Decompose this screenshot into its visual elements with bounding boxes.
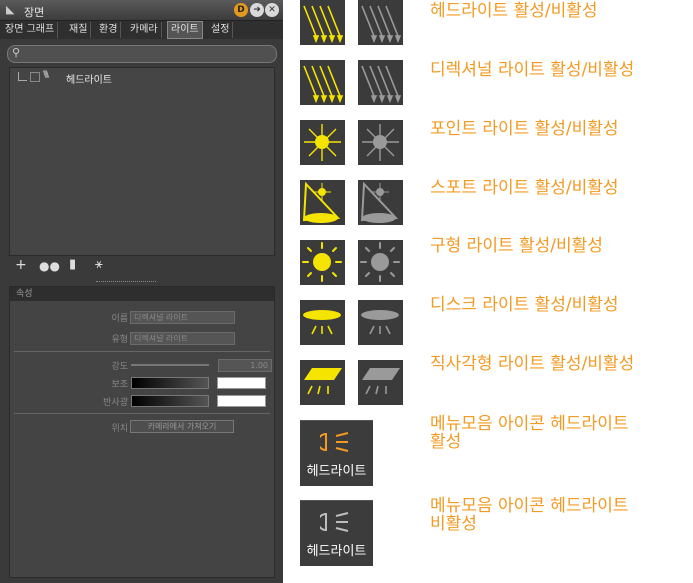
sphere-inactive-icon (358, 240, 403, 285)
spot-active-icon (300, 180, 345, 225)
headlight-active-icon (300, 0, 345, 45)
point-label: 포인트 라이트 활성/비활성 (430, 119, 619, 139)
disk-active-icon (300, 300, 345, 345)
sphere-active-icon (300, 240, 345, 285)
name-field[interactable]: 디렉셔널 라이트 (130, 311, 235, 324)
close-icon[interactable]: ✕ (265, 3, 279, 17)
headlight-small-icon: \\\\ (43, 70, 49, 80)
props-divider-1 (14, 351, 270, 352)
tab-settings[interactable]: 설정 (208, 22, 234, 38)
props-divider-2 (14, 413, 270, 414)
spot-label: 스포트 라이트 활성/비활성 (430, 178, 619, 198)
menu-headlight-inactive-text: 헤드라이트 (306, 544, 367, 559)
tree-branch-line (18, 72, 27, 81)
tree-toolbar: + ●● ▮ ⚹ (9, 257, 273, 277)
point-active-icon (300, 120, 345, 165)
intensity-slider[interactable] (131, 364, 209, 366)
ambient-color-swatch[interactable] (217, 377, 266, 389)
d-badge-button[interactable]: D (234, 3, 248, 17)
panel-tabs: 장면 그래프 재질 환경 카메라 라이트 설정 (0, 21, 283, 39)
menu-off-label-line2: 비활성 (430, 514, 477, 534)
add-icon[interactable]: + (15, 257, 27, 273)
light-tree: \\\\ 헤드라이트 (9, 67, 275, 256)
name-label: 이름 (111, 314, 128, 324)
diffuse-gradient-slider[interactable] (131, 395, 209, 407)
position-label: 위치 (111, 424, 128, 434)
tab-scene-graph[interactable]: 장면 그래프 (2, 22, 59, 38)
menu-headlight-active-text: 헤드라이트 (306, 464, 367, 479)
rect-active-icon (300, 360, 345, 405)
directional-inactive-icon (358, 60, 403, 105)
diffuse-label: 반사광 (103, 398, 128, 408)
panel-title: 장면 (24, 6, 45, 19)
delete-icon[interactable]: ▮ (69, 257, 76, 272)
pin-icon[interactable]: ➜ (250, 3, 264, 17)
menu-on-label-line2: 활성 (430, 432, 462, 452)
sphere-label: 구형 라이트 활성/비활성 (430, 236, 603, 256)
tree-item-checkbox[interactable] (30, 72, 40, 82)
toolbar-divider (96, 281, 156, 283)
intensity-value[interactable]: 1.00 (218, 359, 272, 372)
directional-label: 디렉셔널 라이트 활성/비활성 (430, 60, 635, 80)
properties-header[interactable]: 속성 (10, 287, 274, 301)
get-from-camera-button[interactable]: 카메라에서 가져오기 (130, 420, 234, 433)
properties-title: 속성 (16, 289, 33, 299)
disk-inactive-icon (358, 300, 403, 345)
menu-off-label-line1: 메뉴모음 아이콘 헤드라이트 (430, 496, 629, 516)
type-label: 유형 (111, 335, 128, 345)
scene-panel: ◣ 장면 D ➜ ✕ 장면 그래프 재질 환경 카메라 라이트 설정 ⚲ \\\… (0, 0, 283, 583)
tree-item-headlight[interactable]: 헤드라이트 (66, 71, 112, 86)
duplicate-icon[interactable]: ●● (39, 259, 60, 273)
tab-material[interactable]: 재질 (66, 22, 92, 38)
tab-light[interactable]: 라이트 (167, 21, 203, 39)
point-inactive-icon (358, 120, 403, 165)
directional-active-icon (300, 60, 345, 105)
diffuse-color-swatch[interactable] (217, 395, 266, 407)
ambient-label: 보조 (111, 380, 128, 390)
menu-on-label-line1: 메뉴모음 아이콘 헤드라이트 (430, 414, 629, 434)
rect-inactive-icon (358, 360, 403, 405)
menu-headlight-active-icon: 헤드라이트 (300, 420, 373, 486)
scene-app-icon: ◣ (6, 3, 15, 16)
ambient-gradient-slider[interactable] (131, 377, 209, 389)
headlight-label: 헤드라이트 활성/비활성 (430, 1, 598, 21)
menu-headlight-inactive-icon: 헤드라이트 (300, 500, 373, 566)
type-dropdown[interactable]: 디렉셔널 라이트 (130, 332, 235, 345)
search-icon: ⚲ (12, 46, 21, 59)
panel-titlebar[interactable]: ◣ 장면 D ➜ ✕ (0, 0, 283, 21)
headlight-inactive-icon (358, 0, 403, 45)
spot-inactive-icon (358, 180, 403, 225)
disk-label: 디스크 라이트 활성/비활성 (430, 295, 619, 315)
tab-environment[interactable]: 환경 (96, 22, 122, 38)
rect-label: 직사각형 라이트 활성/비활성 (430, 354, 635, 374)
tab-camera[interactable]: 카메라 (127, 22, 162, 38)
search-input[interactable]: ⚲ (7, 45, 277, 63)
properties-section: 속성 이름 디렉셔널 라이트 유형 디렉셔널 라이트 강도 1.00 보조 반사… (9, 286, 275, 578)
intensity-label: 강도 (111, 362, 128, 372)
light-gizmo-icon[interactable]: ⚹ (95, 257, 103, 272)
